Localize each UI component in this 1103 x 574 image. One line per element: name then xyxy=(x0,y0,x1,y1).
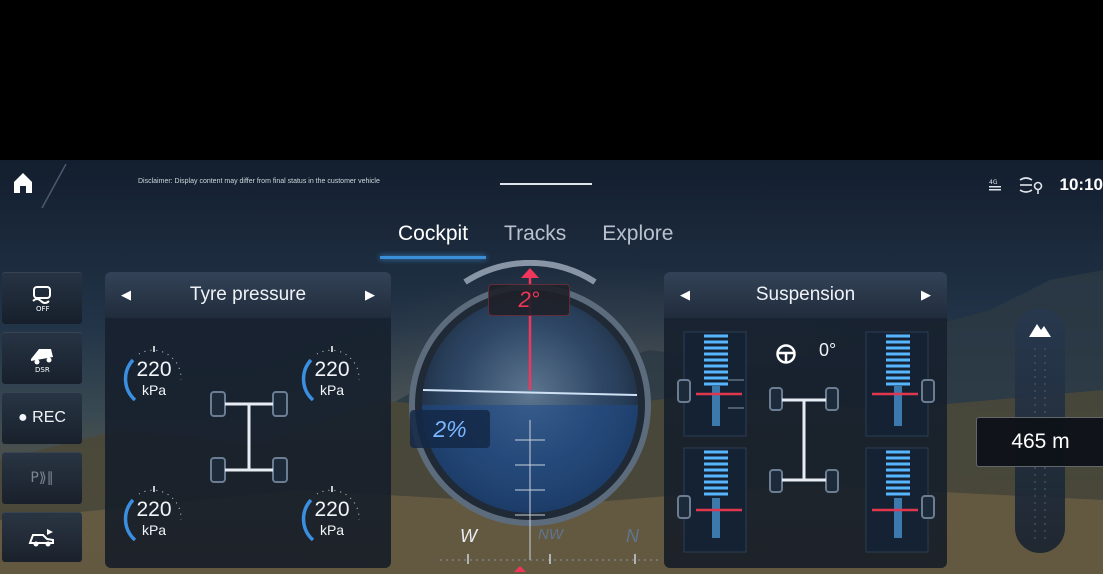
compass-w: W xyxy=(460,526,477,546)
parking-label: P⟫∥ xyxy=(30,470,54,486)
slope-percent-value: 2% xyxy=(433,415,467,442)
tyre-value-rl: 220 xyxy=(136,498,172,521)
home-icon xyxy=(14,173,32,193)
parking-button[interactable]: P⟫∥ xyxy=(2,452,82,504)
network-4g-icon: 4G xyxy=(988,179,1001,191)
drive-program-icon[interactable] xyxy=(1018,175,1044,195)
disclaimer-underline xyxy=(500,183,592,185)
tyre-unit-rl: kPa xyxy=(141,522,167,538)
chassis-diagram xyxy=(210,391,288,483)
camera-car-icon xyxy=(28,529,54,547)
tyre-value-fl: 220 xyxy=(136,358,172,381)
rec-button[interactable]: ● REC xyxy=(2,392,82,444)
downhill-speed-regulation-icon: DSR xyxy=(31,349,53,373)
spring-front-right xyxy=(865,331,935,437)
tyre-unit-rr: kPa xyxy=(319,522,345,538)
tyre-panel-header: ◀ Tyre pressure ▶ xyxy=(105,272,391,318)
tab-bar: Cockpit Tracks Explore xyxy=(380,218,691,259)
clock: 10:10 xyxy=(1059,175,1103,194)
slope-percent-badge: 2% xyxy=(410,410,490,448)
suspension-diagram xyxy=(677,331,935,553)
rec-label: ● REC xyxy=(18,409,66,426)
altitude-readout: 465 m xyxy=(976,417,1103,467)
svg-text:DSR: DSR xyxy=(35,366,50,373)
pitch-angle-badge: 2° xyxy=(488,284,570,316)
pitch-angle-value: 2° xyxy=(518,287,540,312)
compass-ticks xyxy=(440,554,660,572)
tyre-value-rr: 220 xyxy=(314,498,350,521)
home-divider xyxy=(41,164,67,208)
tyre-value-fr: 220 xyxy=(314,358,350,381)
tyre-gauge-front-right: 220 kPa xyxy=(297,340,367,410)
tyre-panel-title: Tyre pressure xyxy=(189,284,307,305)
disclaimer-text: Disclaimer: Display content may differ f… xyxy=(138,178,380,185)
mountain-icon xyxy=(1029,324,1051,337)
tyre-prev-arrow-icon[interactable]: ◀ xyxy=(121,288,131,303)
svg-text:OFF: OFF xyxy=(36,305,50,313)
esp-off-icon: OFF xyxy=(32,286,51,313)
tyre-unit-fr: kPa xyxy=(319,382,345,398)
suspension-prev-arrow-icon[interactable]: ◀ xyxy=(680,288,690,303)
suspension-panel-header: ◀ Suspension ▶ xyxy=(664,272,947,318)
steering-angle-value: 0° xyxy=(819,340,837,360)
compass-n: N xyxy=(626,526,639,546)
tyre-pressure-panel: ◀ Tyre pressure ▶ 220 kPa 220 kPa 220 kP… xyxy=(105,272,391,568)
spring-front-left xyxy=(677,331,747,437)
compass-nw: NW xyxy=(538,526,563,543)
tyre-gauge-rear-right: 220 kPa xyxy=(297,480,367,550)
suspension-next-arrow-icon[interactable]: ▶ xyxy=(921,288,931,303)
suspension-panel: ◀ Suspension ▶ 0° xyxy=(664,272,947,568)
tab-cockpit[interactable]: Cockpit xyxy=(380,218,487,259)
spring-rear-left xyxy=(677,447,747,553)
tyre-next-arrow-icon[interactable]: ▶ xyxy=(365,288,375,303)
compass-strip: W NW N xyxy=(440,522,660,574)
spring-rear-right xyxy=(865,447,935,553)
offroad-screen: Disclaimer: Display content may differ f… xyxy=(0,160,1103,574)
tyre-gauge-rear-left: 220 kPa xyxy=(119,480,189,550)
tyre-gauge-front-left: 220 kPa xyxy=(119,340,189,410)
altitude-value: 465 m xyxy=(1011,430,1070,453)
camera-button[interactable] xyxy=(2,512,82,562)
svg-text:4G: 4G xyxy=(989,179,998,186)
suspension-chassis xyxy=(769,387,839,493)
status-area: 4G 10:10 xyxy=(988,170,1103,200)
steering-wheel-icon xyxy=(776,344,796,364)
tab-explore[interactable]: Explore xyxy=(584,218,691,254)
esp-off-button[interactable]: OFF xyxy=(2,272,82,324)
tyre-unit-fl: kPa xyxy=(141,382,167,398)
tab-tracks[interactable]: Tracks xyxy=(486,218,584,254)
dsr-button[interactable]: DSR xyxy=(2,332,82,384)
suspension-panel-title: Suspension xyxy=(755,284,856,305)
